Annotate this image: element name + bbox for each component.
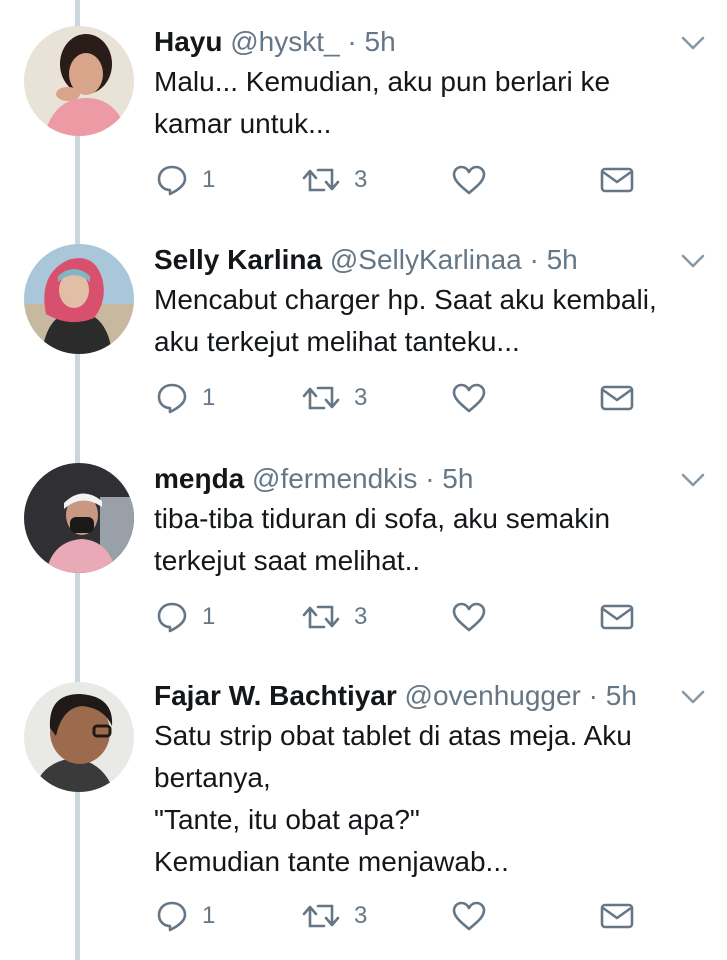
like-button[interactable]	[452, 595, 486, 639]
reply-button[interactable]: 1	[156, 595, 215, 639]
reply-button[interactable]: 1	[156, 376, 215, 420]
timestamp[interactable]: 5h	[365, 26, 396, 57]
direct-message-button[interactable]	[600, 595, 634, 639]
tweet-header: Selly Karlina @SellyKarlinaa · 5h	[154, 240, 578, 280]
like-button[interactable]	[452, 158, 486, 202]
tweet-text: Mencabut charger hp. Saat aku kembali, a…	[154, 279, 714, 363]
avatar-image	[24, 682, 134, 792]
tweet-text-line: Satu strip obat tablet di atas meja. Aku	[154, 720, 632, 751]
retweet-button[interactable]: 3	[302, 158, 367, 202]
retweet-button[interactable]: 3	[302, 376, 367, 420]
avatar[interactable]	[24, 26, 134, 136]
tweet-text-line: kamar untuk...	[154, 108, 332, 139]
display-name[interactable]: Fajar W. Bachtiyar	[154, 680, 397, 711]
direct-message-button[interactable]	[600, 376, 634, 420]
tweet-actions: 1 3	[154, 376, 674, 420]
display-name[interactable]: meŋda	[154, 463, 244, 494]
heart-icon	[452, 901, 486, 931]
direct-message-button[interactable]	[600, 158, 634, 202]
envelope-icon	[600, 903, 634, 929]
tweet-text-line: tiba-tiba tiduran di sofa, aku semakin	[154, 503, 611, 534]
user-handle[interactable]: @SellyKarlinaa	[330, 244, 522, 275]
separator-dot: ·	[425, 463, 435, 494]
reply-count: 1	[202, 603, 216, 630]
retweet-icon	[302, 386, 340, 410]
retweet-button[interactable]: 3	[302, 595, 367, 639]
user-handle[interactable]: @hyskt_	[230, 26, 339, 57]
heart-icon	[452, 165, 486, 195]
envelope-icon	[600, 604, 634, 630]
retweet-count: 3	[354, 166, 368, 193]
reply-count: 1	[202, 902, 216, 929]
timestamp[interactable]: 5h	[442, 463, 473, 494]
tweet-header: Hayu @hyskt_ · 5h	[154, 22, 396, 62]
timestamp[interactable]: 5h	[606, 680, 637, 711]
tweet-text: Satu strip obat tablet di atas meja. Aku…	[154, 715, 714, 883]
separator-dot: ·	[588, 680, 598, 711]
tweet-header: Fajar W. Bachtiyar @ovenhugger · 5h	[154, 676, 637, 716]
envelope-icon	[600, 167, 634, 193]
display-name[interactable]: Selly Karlina	[154, 244, 322, 275]
reply-count: 1	[202, 166, 216, 193]
reply-icon	[157, 383, 187, 414]
like-button[interactable]	[452, 894, 486, 938]
tweet-text: Malu... Kemudian, aku pun berlari ke kam…	[154, 61, 714, 145]
timestamp[interactable]: 5h	[547, 244, 578, 275]
separator-dot: ·	[529, 244, 539, 275]
tweet-text-line: Kemudian tante menjawab...	[154, 846, 509, 877]
chevron-down-icon[interactable]	[680, 32, 706, 54]
envelope-icon	[600, 385, 634, 411]
tweet-text-line: Mencabut charger hp. Saat aku kembali,	[154, 284, 657, 315]
avatar[interactable]	[24, 244, 134, 354]
avatar-image	[24, 463, 134, 573]
separator-dot: ·	[347, 26, 357, 57]
heart-icon	[452, 383, 486, 413]
tweet-actions: 1 3	[154, 595, 674, 639]
retweet-count: 3	[354, 603, 368, 630]
retweet-icon	[302, 605, 340, 629]
retweet-count: 3	[354, 384, 368, 411]
avatar-image	[24, 26, 134, 136]
avatar-image	[24, 244, 134, 354]
tweet-text-line: "Tante, itu obat apa?"	[154, 804, 420, 835]
tweet-text-line: Malu... Kemudian, aku pun berlari ke	[154, 66, 611, 97]
reply-count: 1	[202, 384, 216, 411]
avatar[interactable]	[24, 682, 134, 792]
avatar[interactable]	[24, 463, 134, 573]
reply-button[interactable]: 1	[156, 158, 215, 202]
retweet-icon	[302, 168, 340, 192]
chevron-down-icon[interactable]	[680, 686, 706, 708]
reply-icon	[157, 602, 187, 633]
retweet-icon	[302, 904, 340, 928]
tweet-text-line: aku terkejut melihat tanteku...	[154, 326, 520, 357]
reply-button[interactable]: 1	[156, 894, 215, 938]
tweet-text-line: bertanya,	[154, 762, 271, 793]
tweet-text: tiba-tiba tiduran di sofa, aku semakin t…	[154, 498, 714, 582]
user-handle[interactable]: @fermendkis	[252, 463, 417, 494]
tweet-actions: 1 3	[154, 158, 674, 202]
like-button[interactable]	[452, 376, 486, 420]
retweet-count: 3	[354, 902, 368, 929]
chevron-down-icon[interactable]	[680, 469, 706, 491]
heart-icon	[452, 602, 486, 632]
display-name[interactable]: Hayu	[154, 26, 222, 57]
chevron-down-icon[interactable]	[680, 250, 706, 272]
tweet-text-line: terkejut saat melihat..	[154, 545, 421, 576]
retweet-button[interactable]: 3	[302, 894, 367, 938]
tweet-actions: 1 3	[154, 894, 674, 938]
direct-message-button[interactable]	[600, 894, 634, 938]
reply-icon	[157, 901, 187, 932]
reply-icon	[157, 165, 187, 196]
tweet-header: meŋda @fermendkis · 5h	[154, 459, 473, 499]
user-handle[interactable]: @ovenhugger	[405, 680, 581, 711]
